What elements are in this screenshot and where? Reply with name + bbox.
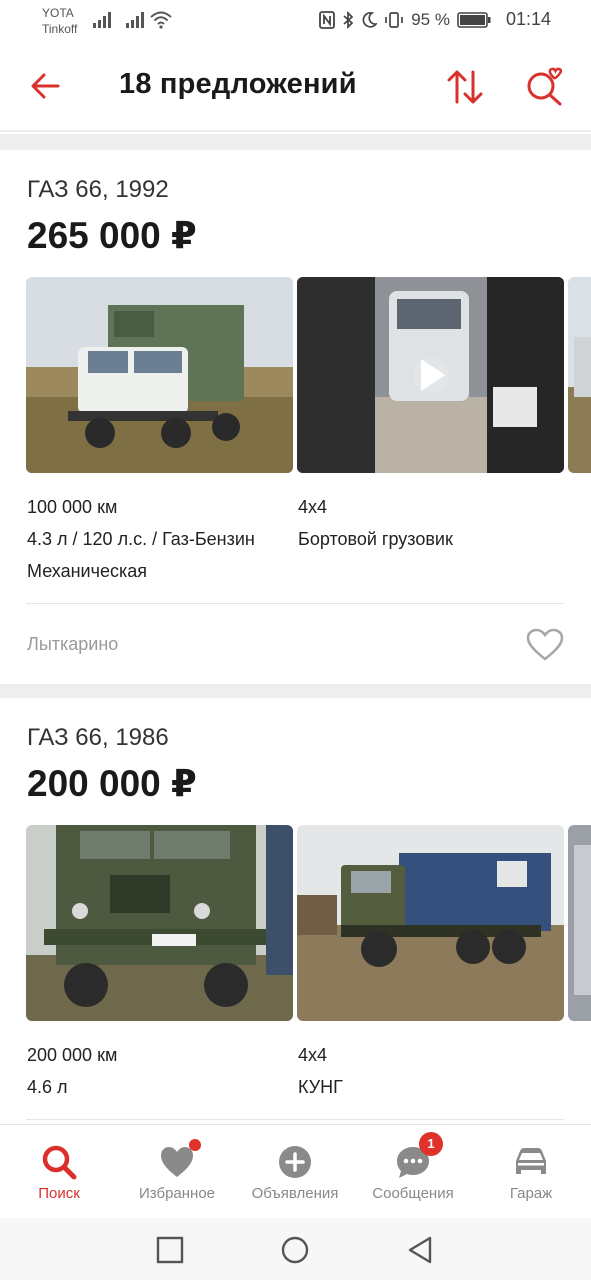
nav-label-search: Поиск — [38, 1185, 80, 1202]
recent-apps-icon[interactable] — [155, 1235, 185, 1265]
back-triangle-icon[interactable] — [405, 1235, 435, 1265]
carrier-1: YOTA — [42, 6, 74, 20]
card-divider — [26, 1119, 564, 1120]
status-bar: YOTA Tinkoff 95 % 01:14 — [0, 0, 591, 44]
video-thumbnail[interactable] — [297, 277, 564, 473]
carrier-names: YOTA Tinkoff — [42, 5, 77, 37]
truck-photo[interactable] — [568, 825, 591, 1021]
favorite-heart-icon[interactable] — [526, 628, 564, 662]
bottom-navigation: Поиск Избранное Объявления 1 Сообщения Г… — [0, 1124, 591, 1218]
spec-engine: 4.6 л — [27, 1077, 68, 1097]
listing-card[interactable]: ГАЗ 66, 1986 200 000 ₽ 200 000 км 4.6 л … — [0, 698, 591, 1124]
spec-transmission: Механическая — [27, 561, 148, 581]
sort-icon[interactable] — [444, 66, 486, 108]
clock: 01:14 — [505, 9, 551, 29]
page-title: 18 предложений — [119, 68, 357, 100]
app-bar: 18 предложений — [0, 44, 591, 132]
nav-label-garage: Гараж — [509, 1185, 553, 1202]
nav-label-messages: Сообщения — [372, 1185, 454, 1202]
nav-label-listings: Объявления — [251, 1185, 339, 1202]
nav-messages[interactable]: 1 Сообщения — [354, 1125, 472, 1219]
nav-listings[interactable]: Объявления — [236, 1125, 354, 1219]
truck-photo[interactable] — [26, 825, 293, 1021]
battery-icon — [457, 11, 491, 28]
plus-circle-icon — [279, 1146, 311, 1178]
carrier-2: Tinkoff — [42, 22, 78, 36]
card-divider — [26, 603, 564, 604]
spec-mileage: 200 000 км — [27, 1045, 118, 1065]
listing-price: 200 000 ₽ — [27, 763, 197, 804]
spec-body: КУНГ — [298, 1077, 343, 1097]
nav-label-favorites: Избранное — [138, 1185, 216, 1202]
listing-title[interactable]: ГАЗ 66, 1992 — [27, 176, 169, 204]
car-icon — [516, 1148, 546, 1174]
spec-drive: 4x4 — [298, 1045, 328, 1065]
unread-badge: 1 — [419, 1132, 443, 1156]
nfc-icon — [319, 10, 336, 29]
moon-icon — [362, 11, 378, 28]
saved-search-icon[interactable] — [524, 66, 566, 108]
photo-carousel[interactable] — [26, 277, 591, 473]
nav-favorites[interactable]: Избранное — [118, 1125, 236, 1219]
wifi-icon — [150, 11, 172, 29]
spec-engine: 4.3 л / 120 л.с. / Газ-Бензин — [27, 529, 255, 549]
back-arrow-icon[interactable] — [28, 68, 64, 104]
section-separator — [0, 134, 591, 150]
spec-body: Бортовой грузовик — [298, 529, 453, 549]
nav-search[interactable]: Поиск — [0, 1125, 118, 1219]
truck-photo[interactable] — [26, 277, 293, 473]
nav-garage[interactable]: Гараж — [472, 1125, 590, 1219]
truck-photo[interactable] — [568, 277, 591, 473]
listing-card[interactable]: ГАЗ 66, 1992 265 000 ₽ 100 000 км 4.3 л … — [0, 150, 591, 684]
section-separator — [0, 684, 591, 698]
spec-mileage: 100 000 км — [27, 497, 118, 517]
notification-dot — [189, 1139, 201, 1151]
home-icon[interactable] — [280, 1235, 310, 1265]
listing-location: Лыткарино — [27, 634, 119, 654]
battery-percent: 95 % — [411, 9, 450, 29]
truck-photo[interactable] — [297, 825, 564, 1021]
bluetooth-icon — [343, 10, 354, 29]
signal-icon — [93, 12, 111, 28]
search-icon — [42, 1145, 77, 1180]
system-navigation-bar — [0, 1218, 591, 1280]
photo-carousel[interactable] — [26, 825, 591, 1021]
status-icons: 95 % 01:14 — [319, 9, 551, 30]
vibrate-icon — [385, 11, 404, 28]
listing-title[interactable]: ГАЗ 66, 1986 — [27, 724, 169, 752]
signal-icon — [126, 12, 144, 28]
listing-price: 265 000 ₽ — [27, 215, 197, 256]
spec-drive: 4x4 — [298, 497, 328, 517]
